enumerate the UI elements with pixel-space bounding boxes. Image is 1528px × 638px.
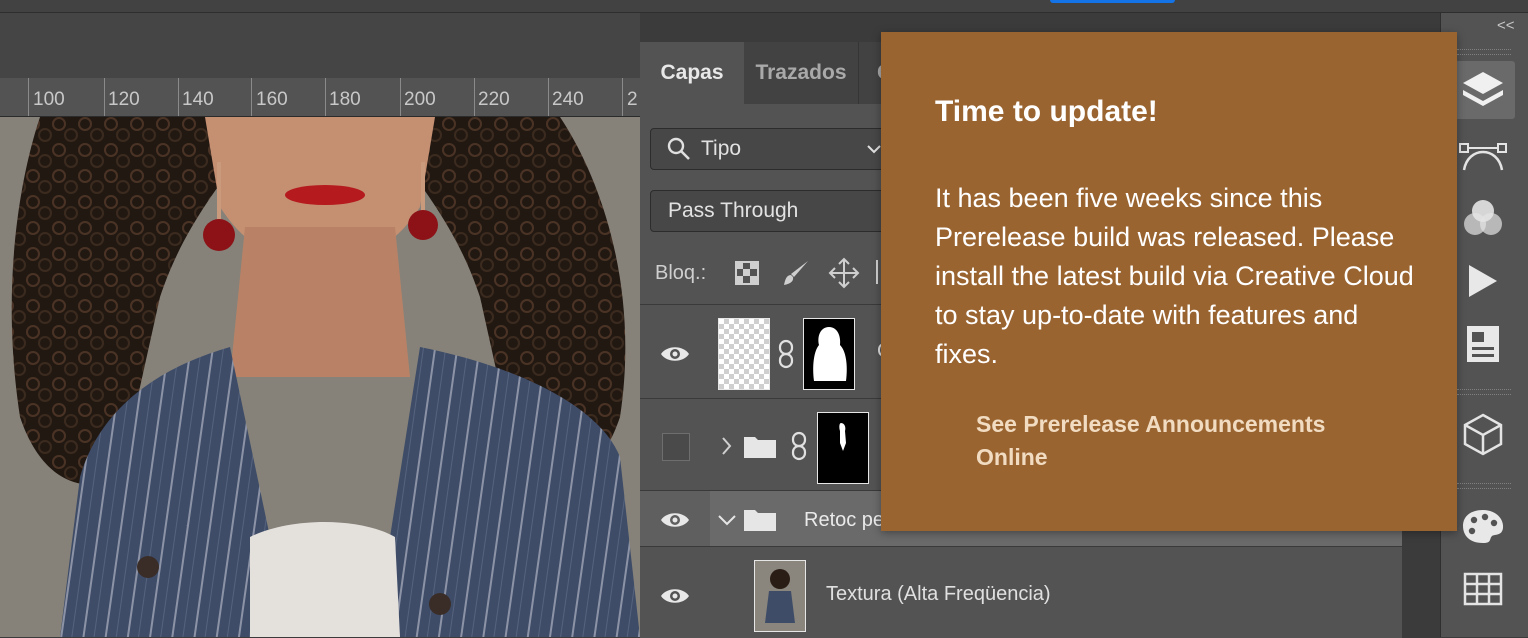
eye-icon[interactable] xyxy=(660,586,690,606)
dock-grip[interactable] xyxy=(1457,49,1511,55)
layer-thumbnail[interactable] xyxy=(754,560,806,632)
filter-kind-value: Tipo xyxy=(701,137,742,160)
ruler-tick xyxy=(178,78,179,116)
update-notification-popup: Time to update! It has been five weeks s… xyxy=(881,32,1457,531)
grid-icon[interactable] xyxy=(1451,560,1515,618)
layer-name[interactable]: Retoc pe xyxy=(804,509,884,532)
eye-icon[interactable] xyxy=(660,344,690,364)
group-mask-thumbnail[interactable] xyxy=(817,412,869,484)
lock-position-icon[interactable] xyxy=(828,257,860,289)
ruler-tick xyxy=(104,78,105,116)
ruler-tick xyxy=(474,78,475,116)
ruler-label: 180 xyxy=(329,89,361,110)
link-icon[interactable] xyxy=(777,339,795,369)
tab-paths[interactable]: Trazados xyxy=(744,42,858,104)
lock-transparent-pixels-icon[interactable] xyxy=(734,260,760,286)
folder-icon xyxy=(744,510,776,531)
ruler-label: 120 xyxy=(108,89,140,110)
actions-icon[interactable] xyxy=(1451,252,1515,310)
collapse-dock-button[interactable]: << xyxy=(1497,17,1515,34)
blend-mode-dropdown[interactable]: Pass Through xyxy=(650,190,887,232)
folder-icon xyxy=(744,437,776,458)
ruler-label: 100 xyxy=(33,89,65,110)
chevron-down-icon[interactable] xyxy=(717,514,737,526)
ruler-label: 240 xyxy=(552,89,584,110)
ruler-tick xyxy=(548,78,549,116)
ruler-label: 140 xyxy=(182,89,214,110)
paths-icon[interactable] xyxy=(1451,127,1515,185)
ruler-label: 200 xyxy=(404,89,436,110)
ruler-tick xyxy=(622,78,623,116)
layer-thumbnail[interactable] xyxy=(718,318,770,390)
share-button-edge[interactable] xyxy=(1050,0,1175,3)
prerelease-announcements-link[interactable]: See Prerelease Announcements Online xyxy=(976,408,1396,474)
layer-name[interactable]: Textura (Alta Freqüencia) xyxy=(826,583,1051,606)
layers-icon[interactable] xyxy=(1451,61,1515,119)
layer-mask-thumbnail[interactable] xyxy=(803,318,855,390)
app-top-bar xyxy=(0,0,1528,13)
portrait-mini xyxy=(755,561,805,631)
link-icon[interactable] xyxy=(790,431,808,461)
ruler-label: 160 xyxy=(256,89,288,110)
popup-title: Time to update! xyxy=(935,95,1158,128)
chevron-down-icon xyxy=(867,145,881,154)
channels-icon[interactable] xyxy=(1451,189,1515,247)
3d-icon[interactable] xyxy=(1451,405,1515,463)
ruler-label: 2 xyxy=(627,89,638,110)
ruler-tick xyxy=(400,78,401,116)
mask-silhouette xyxy=(813,327,847,381)
popup-message: It has been five weeks since this Prerel… xyxy=(935,183,1414,369)
lock-image-pixels-icon[interactable] xyxy=(782,258,812,288)
eye-icon[interactable] xyxy=(660,510,690,530)
dock-grip[interactable] xyxy=(1457,389,1511,395)
ruler-tick xyxy=(325,78,326,116)
canvas-photo[interactable] xyxy=(0,117,640,637)
horizontal-ruler[interactable]: 100 120 140 160 180 200 220 240 2 xyxy=(0,78,640,117)
swatches-icon[interactable] xyxy=(1451,497,1515,555)
lock-label: Bloq.: xyxy=(655,262,707,284)
ruler-tick xyxy=(28,78,29,116)
chevron-right-icon[interactable] xyxy=(720,436,732,456)
tab-layers[interactable]: Capas xyxy=(640,42,744,104)
visibility-toggle-empty[interactable] xyxy=(662,433,690,461)
properties-icon[interactable] xyxy=(1451,315,1515,373)
mask-silhouette xyxy=(839,423,846,451)
layer-row[interactable]: Textura (Alta Freqüencia) xyxy=(640,546,1402,638)
ruler-label: 220 xyxy=(478,89,510,110)
portrait-image xyxy=(0,117,640,637)
dock-grip[interactable] xyxy=(1457,483,1511,489)
blend-mode-value: Pass Through xyxy=(668,199,799,222)
search-icon xyxy=(667,137,690,160)
ruler-tick xyxy=(251,78,252,116)
filter-kind-dropdown[interactable]: Tipo xyxy=(650,128,887,170)
